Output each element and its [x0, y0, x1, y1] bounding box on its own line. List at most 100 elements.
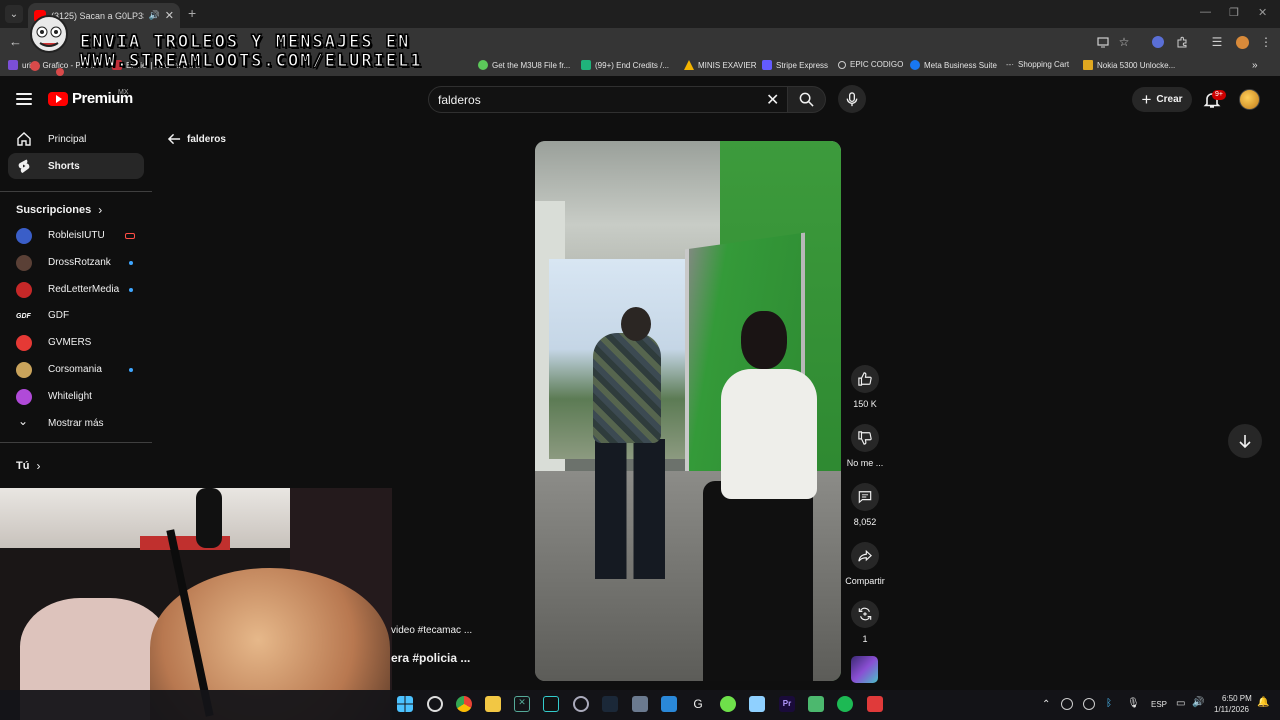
bookmark-item[interactable]: (99+) End Credits /... — [581, 60, 669, 70]
tray-icon[interactable] — [1083, 698, 1095, 710]
channel-avatar: GDF — [16, 312, 31, 320]
new-content-dot — [129, 261, 133, 265]
channel-avatar — [16, 255, 32, 271]
more-bookmarks-icon[interactable]: » — [1252, 60, 1258, 71]
sound-avatar[interactable] — [851, 656, 878, 683]
next-short-button[interactable] — [1228, 424, 1262, 458]
sidebar-item-shorts[interactable]: Shorts — [8, 153, 144, 179]
bookmark-label: Get the M3U8 File fr... — [492, 60, 571, 70]
bookmark-item[interactable]: Meta Business Suite — [910, 60, 997, 70]
tray-icon[interactable] — [1061, 698, 1073, 710]
bookmark-item[interactable]: EPIC CODIGO — [838, 60, 903, 69]
create-label: Crear — [1156, 94, 1183, 105]
back-icon[interactable]: ← — [9, 34, 22, 49]
mascot-sticker-icon — [30, 15, 68, 76]
you-section-header[interactable]: Tú › — [16, 459, 40, 473]
account-avatar[interactable] — [1239, 89, 1260, 110]
app-icon[interactable] — [720, 696, 736, 712]
notification-center-icon[interactable]: 🔔 — [1257, 697, 1269, 708]
volume-icon[interactable]: 🔊 — [1192, 697, 1204, 708]
channel-name: DrossRotzank — [48, 257, 111, 268]
voice-search-button[interactable] — [838, 85, 866, 113]
bookmark-star-icon[interactable]: ☆ — [1116, 34, 1132, 50]
bookmark-label: (99+) End Credits /... — [595, 60, 670, 70]
app-icon[interactable] — [573, 696, 589, 712]
close-window-icon[interactable]: ✕ — [1258, 6, 1267, 19]
bookmark-label: EPIC CODIGO — [850, 60, 904, 69]
comments-button[interactable] — [851, 483, 879, 511]
clock-date[interactable]: 1/11/2026 — [1214, 705, 1249, 714]
shorts-icon — [18, 159, 30, 173]
app-icon[interactable] — [808, 696, 824, 712]
app-icon[interactable]: G — [690, 696, 706, 712]
media-controls-icon[interactable]: ☰ — [1209, 34, 1225, 50]
windows-start-icon[interactable] — [397, 696, 413, 712]
region-code: MX — [118, 89, 129, 96]
chrome-icon[interactable] — [456, 696, 472, 712]
show-hidden-icons[interactable]: ⌃ — [1042, 699, 1050, 710]
sidebar-divider — [0, 442, 152, 443]
plus-icon: + — [1141, 89, 1152, 109]
video-frame-person — [593, 333, 661, 443]
back-to-search[interactable]: falderos — [168, 133, 226, 145]
channel-name: Corsomania — [48, 364, 102, 375]
clear-search-icon[interactable]: ✕ — [766, 90, 779, 110]
bookmark-item[interactable]: --· Shopping Cart — [1006, 60, 1069, 69]
minimize-icon[interactable]: — — [1200, 6, 1211, 18]
speaker-icon[interactable]: 🔊 — [149, 10, 160, 21]
browser-menu-icon[interactable]: ⋮ — [1258, 34, 1274, 50]
app-icon[interactable]: ✕ — [514, 696, 530, 712]
channel-avatar — [16, 228, 32, 244]
microphone-icon — [846, 91, 858, 106]
shorts-video-player[interactable] — [535, 141, 841, 681]
search-input[interactable] — [438, 91, 758, 108]
video-frame-guard — [721, 369, 817, 499]
like-count: 150 K — [853, 399, 877, 409]
obs-icon[interactable] — [427, 696, 443, 712]
extension-1-icon[interactable] — [1150, 34, 1166, 50]
steam-icon[interactable] — [602, 696, 618, 712]
extensions-puzzle-icon[interactable] — [1174, 34, 1190, 50]
spotify-icon[interactable] — [837, 696, 853, 712]
subscriptions-title: Suscripciones — [16, 204, 92, 216]
new-tab-button[interactable]: + — [188, 5, 196, 21]
premiere-icon[interactable]: Pr — [779, 696, 795, 712]
dislike-button[interactable] — [851, 424, 879, 452]
share-label: Compartir — [845, 576, 885, 586]
notepad-icon[interactable] — [749, 696, 765, 712]
create-button[interactable]: + Crear — [1132, 87, 1192, 112]
bluetooth-icon[interactable]: ᛒ — [1106, 698, 1112, 709]
calculator-icon[interactable] — [632, 696, 648, 712]
video-frame-person — [621, 307, 651, 341]
subscriptions-header[interactable]: Suscripciones › — [16, 203, 102, 217]
photos-icon[interactable] — [661, 696, 677, 712]
bookmark-item[interactable]: Get the M3U8 File fr... — [478, 60, 570, 70]
language-indicator[interactable]: ESP — [1151, 700, 1167, 709]
bookmark-item[interactable]: Stripe Express — [762, 60, 828, 70]
search-button[interactable] — [788, 86, 826, 113]
sidebar-item-principal[interactable]: Principal — [8, 126, 144, 152]
bookmark-item[interactable]: MINIS EXAVIER — [684, 60, 757, 70]
network-icon[interactable]: ▭ — [1176, 698, 1185, 709]
tab-search-button[interactable]: ⌄ — [5, 5, 23, 23]
like-button[interactable] — [851, 365, 879, 393]
profile-avatar-icon[interactable] — [1234, 34, 1250, 50]
microphone-tray-icon[interactable]: 🎙 — [1127, 698, 1140, 709]
sidebar-divider — [0, 191, 152, 192]
video-hashtags[interactable]: video #tecamac ... — [391, 625, 472, 636]
restore-icon[interactable]: ❐ — [1229, 6, 1239, 19]
bookmark-item[interactable]: Nokia 5300 Unlocke... — [1083, 60, 1175, 70]
share-button[interactable] — [851, 542, 879, 570]
youtube-play-icon — [48, 91, 68, 106]
browser-tab-bar: ⌄ (3125) Sacan a G0LP3S a fe 🔊 ✕ + — ❐ ✕ — [0, 0, 1280, 28]
hamburger-menu-icon[interactable] — [16, 93, 32, 105]
close-tab-icon[interactable]: ✕ — [165, 9, 174, 22]
clock-time[interactable]: 6:50 PM — [1222, 694, 1252, 703]
app-icon[interactable] — [543, 696, 559, 712]
app-icon[interactable] — [867, 696, 883, 712]
remix-button[interactable] — [851, 600, 879, 628]
video-frame-guard — [741, 311, 787, 369]
file-explorer-icon[interactable] — [485, 696, 501, 712]
video-title[interactable]: era #policia ... — [391, 651, 470, 665]
install-app-icon[interactable] — [1095, 34, 1111, 50]
